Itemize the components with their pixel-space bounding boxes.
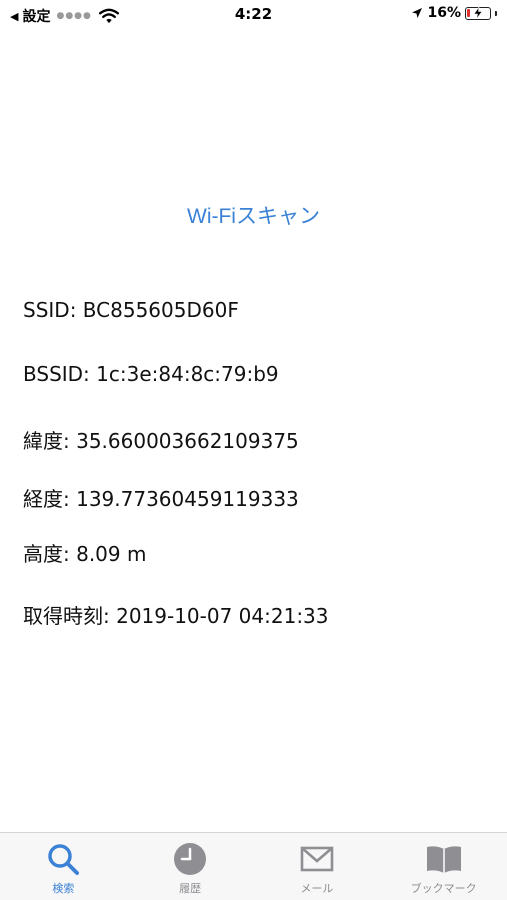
- tab-bar: 検索 履歴 メール ブックマーク: [0, 832, 507, 900]
- bssid-row: BSSID: 1c:3e:84:8c:79:b9: [23, 362, 279, 386]
- altitude-row: 高度: 8.09 m: [23, 542, 147, 566]
- status-right: 16%: [411, 5, 497, 21]
- latitude-row: 緯度: 35.660003662109375: [23, 429, 299, 453]
- clock-icon: [171, 841, 209, 877]
- charging-bolt-icon: [473, 6, 483, 19]
- location-arrow-icon: [412, 8, 423, 18]
- tab-mail[interactable]: メール: [254, 833, 381, 900]
- longitude-row: 経度: 139.77360459119333: [23, 487, 299, 511]
- tab-bookmark-label: ブックマーク: [410, 882, 477, 895]
- battery-level-fill: [467, 8, 470, 17]
- battery-icon: [465, 6, 491, 20]
- timestamp-row: 取得時刻: 2019-10-07 04:21:33: [23, 604, 329, 628]
- mail-icon: [298, 841, 336, 877]
- wifi-scan-button[interactable]: Wi-Fiスキャン: [0, 200, 507, 230]
- ssid-row: SSID: BC855605D60F: [23, 298, 239, 322]
- tab-history-label: 履歴: [179, 882, 202, 895]
- search-icon: [44, 841, 82, 877]
- battery-percent: 16%: [427, 5, 461, 21]
- tab-mail-label: メール: [300, 882, 334, 895]
- tab-search[interactable]: 検索: [0, 833, 127, 900]
- tab-history[interactable]: 履歴: [127, 833, 254, 900]
- battery-tip: [495, 10, 497, 16]
- status-bar: ◀ 設定 ●●●● 4:22 16%: [0, 0, 507, 30]
- tab-bookmark[interactable]: ブックマーク: [380, 833, 507, 900]
- book-icon: [425, 841, 463, 877]
- tab-search-label: 検索: [52, 882, 75, 895]
